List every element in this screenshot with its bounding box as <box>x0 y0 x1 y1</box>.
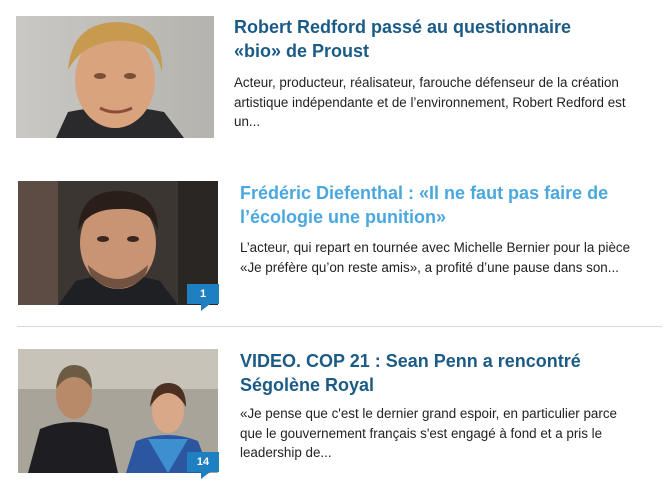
article-title-line: Frédéric Diefenthal : «Il ne faut pas fa… <box>240 183 609 203</box>
excerpt-line: «Je pense que c'est le dernier grand esp… <box>240 406 617 421</box>
excerpt-line: leadership de... <box>240 445 332 460</box>
article-excerpt: L’acteur, qui repart en tournée avec Mic… <box>240 238 630 277</box>
article-title-line: l’écologie une punition» <box>240 207 447 227</box>
comment-count: 1 <box>199 288 207 300</box>
article-excerpt: Acteur, producteur, réalisateur, farouch… <box>234 73 626 132</box>
article-excerpt: «Je pense que c'est le dernier grand esp… <box>240 404 617 463</box>
article-divider <box>17 326 662 327</box>
excerpt-line: L’acteur, qui repart en tournée avec Mic… <box>240 240 631 255</box>
article-title-link[interactable]: Frédéric Diefenthal : «Il ne faut pas fa… <box>240 181 608 229</box>
comment-count-badge[interactable]: 1 <box>187 284 219 311</box>
comment-count: 14 <box>196 456 210 468</box>
comment-count-badge[interactable]: 14 <box>187 452 219 479</box>
article-title-line: Robert Redford passé au questionnaire <box>234 17 572 37</box>
excerpt-line: Acteur, producteur, réalisateur, farouch… <box>234 75 619 90</box>
article-title-line: «bio» de Proust <box>234 41 370 61</box>
excerpt-line: «Je préfère qu’on reste amis», a profité… <box>240 259 619 275</box>
excerpt-line: un... <box>234 114 261 129</box>
excerpt-line: que le gouvernement français s'est engag… <box>240 425 603 441</box>
article-title-line: Ségolène Royal <box>240 375 375 395</box>
excerpt-line: artistique indépendante et de l’environn… <box>234 94 626 110</box>
article-title-link[interactable]: VIDEO. COP 21 : Sean Penn a rencontré Sé… <box>240 349 581 397</box>
article-title-link[interactable]: Robert Redford passé au questionnaire «b… <box>234 15 571 63</box>
article-title-line: VIDEO. COP 21 : Sean Penn a rencontré <box>240 351 581 371</box>
article-thumbnail[interactable] <box>16 16 214 138</box>
